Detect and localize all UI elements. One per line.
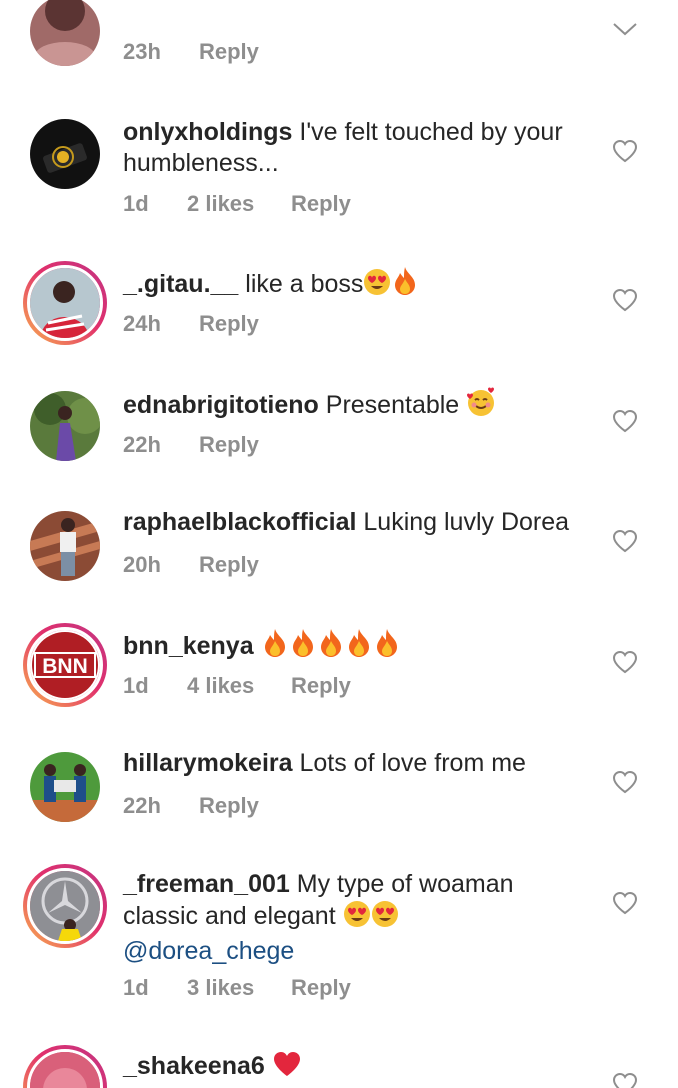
comment-meta: 22h Reply — [123, 432, 259, 458]
comment-text: raphaelblackofficial Luking luvly Dorea — [123, 507, 593, 538]
comment-meta: 20h Reply — [123, 552, 259, 578]
fire-emoji — [317, 628, 345, 666]
reply-button[interactable]: Reply — [291, 975, 351, 1001]
heart-eyes-emoji — [343, 900, 371, 936]
reply-button[interactable]: Reply — [199, 552, 259, 578]
reply-button[interactable]: Reply — [199, 793, 259, 819]
comment-meta: 1d 3 likes Reply — [123, 975, 351, 1001]
reply-button[interactable]: Reply — [199, 432, 259, 458]
comment-meta: 24h Reply — [123, 311, 259, 337]
user-avatar[interactable] — [30, 752, 100, 822]
user-avatar[interactable] — [30, 391, 100, 461]
comment-text: hillarymokeira Lots of love from me — [123, 748, 593, 779]
comment-timestamp: 22h — [123, 793, 161, 818]
heart-eyes-emoji — [363, 268, 391, 304]
like-heart-icon[interactable] — [612, 288, 638, 312]
comment-body: like a boss — [245, 270, 364, 298]
red-heart-emoji — [272, 1050, 302, 1086]
user-avatar[interactable] — [30, 119, 100, 189]
like-count[interactable]: 4 likes — [187, 673, 291, 699]
comment-text: _freeman_001 My type of woaman classic a… — [123, 869, 593, 967]
comment-timestamp: 20h — [123, 552, 161, 577]
smiling-face-with-hearts-emoji — [466, 387, 496, 425]
comment-body: Presentable — [325, 391, 460, 419]
comment-text: _.gitau.__ like a boss — [123, 266, 593, 304]
reply-button[interactable]: Reply — [291, 191, 351, 217]
user-avatar-story-ring[interactable] — [23, 261, 107, 345]
comment-username[interactable]: bnn_kenya — [123, 632, 254, 660]
like-heart-icon[interactable] — [612, 650, 638, 674]
comment-meta: 23h Reply — [123, 39, 259, 65]
like-heart-icon[interactable] — [612, 529, 638, 553]
comment-text: onlyxholdings I've felt touched by your … — [123, 117, 593, 179]
fire-emoji — [289, 628, 317, 666]
reply-button[interactable]: Reply — [199, 311, 259, 337]
fire-emoji — [373, 628, 401, 666]
comment-username[interactable]: onlyxholdings — [123, 118, 292, 146]
like-heart-icon[interactable] — [612, 139, 638, 163]
comment-username[interactable]: _.gitau.__ — [123, 270, 238, 298]
comment-timestamp: 22h — [123, 432, 161, 457]
comment-meta: 1d 2 likes Reply — [123, 191, 351, 217]
user-avatar-story-ring[interactable]: BNN — [23, 623, 107, 707]
like-heart-icon[interactable] — [612, 1072, 638, 1088]
comment-username[interactable]: raphaelblackofficial — [123, 508, 356, 536]
mention-link[interactable]: @dorea_chege — [123, 937, 294, 965]
fire-emoji — [345, 628, 373, 666]
like-heart-icon[interactable] — [612, 891, 638, 915]
comments-list: 23h Reply onlyxholdings I've felt touched… — [0, 0, 678, 1088]
user-avatar[interactable] — [30, 0, 100, 66]
comment-username[interactable]: ednabrigitotieno — [123, 391, 319, 419]
comment-body: Lots of love from me — [299, 749, 526, 777]
comment-meta: 1d 4 likes Reply — [123, 673, 351, 699]
like-count[interactable]: 2 likes — [187, 191, 291, 217]
reply-button[interactable]: Reply — [199, 39, 259, 65]
comment-timestamp: 24h — [123, 311, 161, 336]
user-avatar[interactable] — [30, 511, 100, 581]
heart-eyes-emoji — [371, 900, 399, 936]
reply-button[interactable]: Reply — [291, 673, 351, 699]
like-count[interactable]: 3 likes — [187, 975, 291, 1001]
comment-text: bnn_kenya — [123, 628, 593, 666]
comment-timestamp: 1d — [123, 191, 149, 216]
like-heart-icon[interactable] — [612, 770, 638, 794]
bnn-logo-text: BNN — [42, 655, 88, 678]
comment-text: _shakeena6 — [123, 1050, 593, 1086]
comment-meta: 22h Reply — [123, 793, 259, 819]
user-avatar-story-ring[interactable] — [23, 864, 107, 948]
comment-username[interactable]: _shakeena6 — [123, 1052, 265, 1080]
comment-username[interactable]: _freeman_001 — [123, 870, 290, 898]
comment-body: Luking luvly Dorea — [363, 508, 570, 536]
comment-text: ednabrigitotieno Presentable — [123, 387, 593, 425]
fire-emoji — [391, 266, 419, 304]
comment-timestamp: 1d — [123, 673, 149, 698]
comment-timestamp: 23h — [123, 39, 161, 64]
user-avatar-story-ring[interactable] — [23, 1045, 107, 1088]
fire-emoji — [261, 628, 289, 666]
like-heart-icon[interactable] — [612, 409, 638, 433]
comment-timestamp: 1d — [123, 975, 149, 1000]
comment-username[interactable]: hillarymokeira — [123, 749, 293, 777]
collapse-chevron-icon[interactable] — [612, 20, 638, 44]
